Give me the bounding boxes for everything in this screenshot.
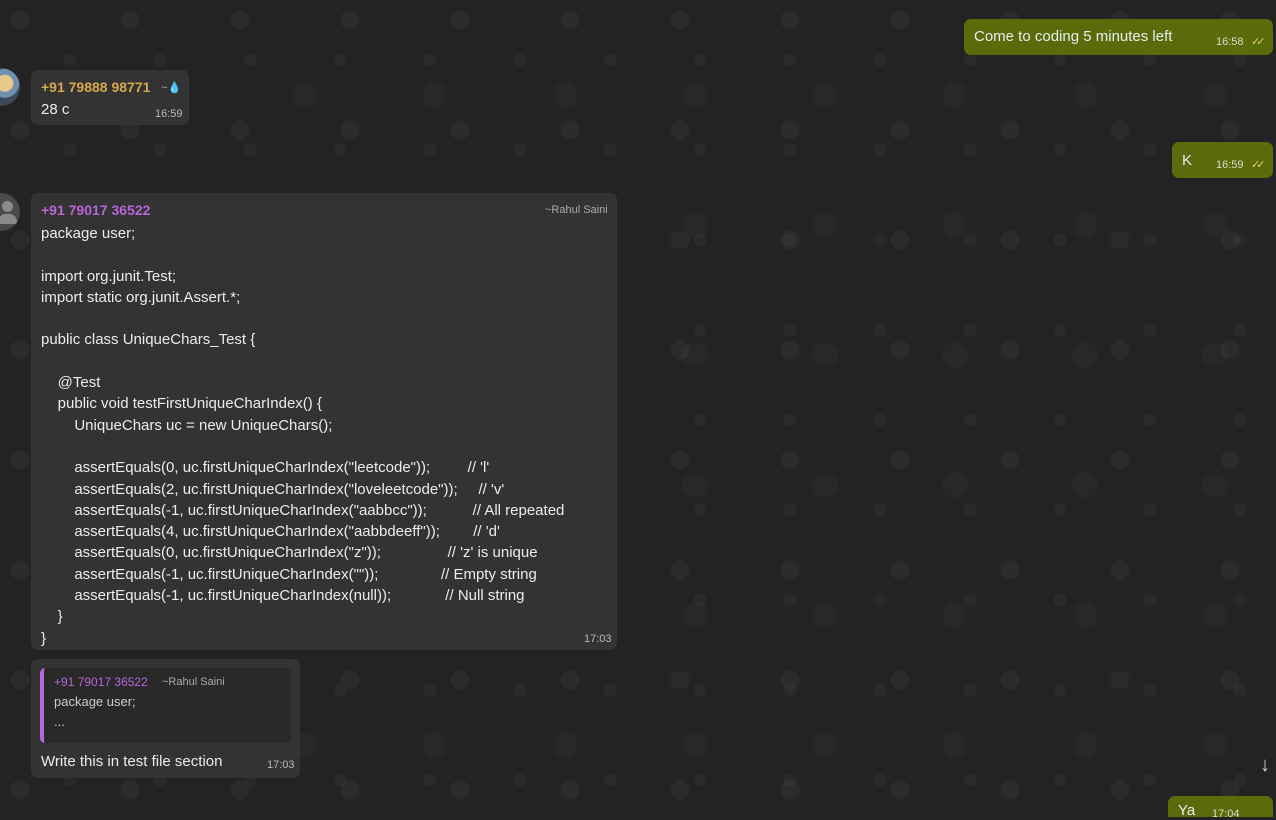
message-text: Ya [1178, 802, 1196, 819]
message-time: 17:03 [584, 633, 612, 645]
sender-name[interactable]: +91 79888 98771 [41, 79, 150, 95]
quoted-text-ellipsis: ... [54, 714, 65, 729]
message-text: Come to coding 5 minutes left [974, 28, 1173, 45]
message-text: Write this in test file section [41, 753, 223, 770]
drop-icon: 💧 [167, 82, 182, 94]
double-check-icon: ✓✓ [1251, 159, 1266, 171]
quoted-text-line: package user; [54, 694, 136, 709]
message-bubble-outgoing[interactable]: Come to coding 5 minutes left 16:58 ✓✓ [964, 19, 1273, 55]
code-message-text: package user; import org.junit.Test; imp… [41, 225, 565, 647]
message-text: 28 c [41, 101, 70, 118]
message-time: 17:04 [1212, 808, 1240, 820]
message-time: 16:59 [155, 108, 183, 120]
message-bubble-incoming[interactable]: +91 79017 36522 ~Rahul Saini package use… [31, 193, 617, 650]
message-time: 16:59 [1216, 159, 1244, 171]
message-text: K [1182, 152, 1193, 169]
sender-alias: ~Rahul Saini [545, 204, 608, 216]
arrow-down-icon[interactable]: ↓ [1260, 754, 1270, 777]
quoted-message[interactable]: +91 79017 36522 ~Rahul Saini package use… [40, 668, 291, 743]
message-bubble-incoming-reply[interactable]: +91 79017 36522 ~Rahul Saini package use… [31, 659, 300, 778]
message-time: 16:58 [1216, 36, 1244, 48]
message-bubble-outgoing[interactable]: Ya 17:04 [1168, 796, 1273, 820]
message-bubble-incoming[interactable]: +91 79888 98771 ~💧 28 c 16:59 [31, 70, 189, 125]
quoted-sender-name: +91 79017 36522 [54, 675, 148, 689]
double-check-icon: ✓✓ [1251, 36, 1266, 48]
message-time: 17:03 [267, 759, 295, 771]
quoted-sender-alias: ~Rahul Saini [162, 676, 225, 688]
sender-name[interactable]: +91 79017 36522 [41, 202, 150, 218]
sender-alias: ~💧 [161, 82, 182, 94]
message-bubble-outgoing[interactable]: K 16:59 ✓✓ [1172, 142, 1273, 178]
